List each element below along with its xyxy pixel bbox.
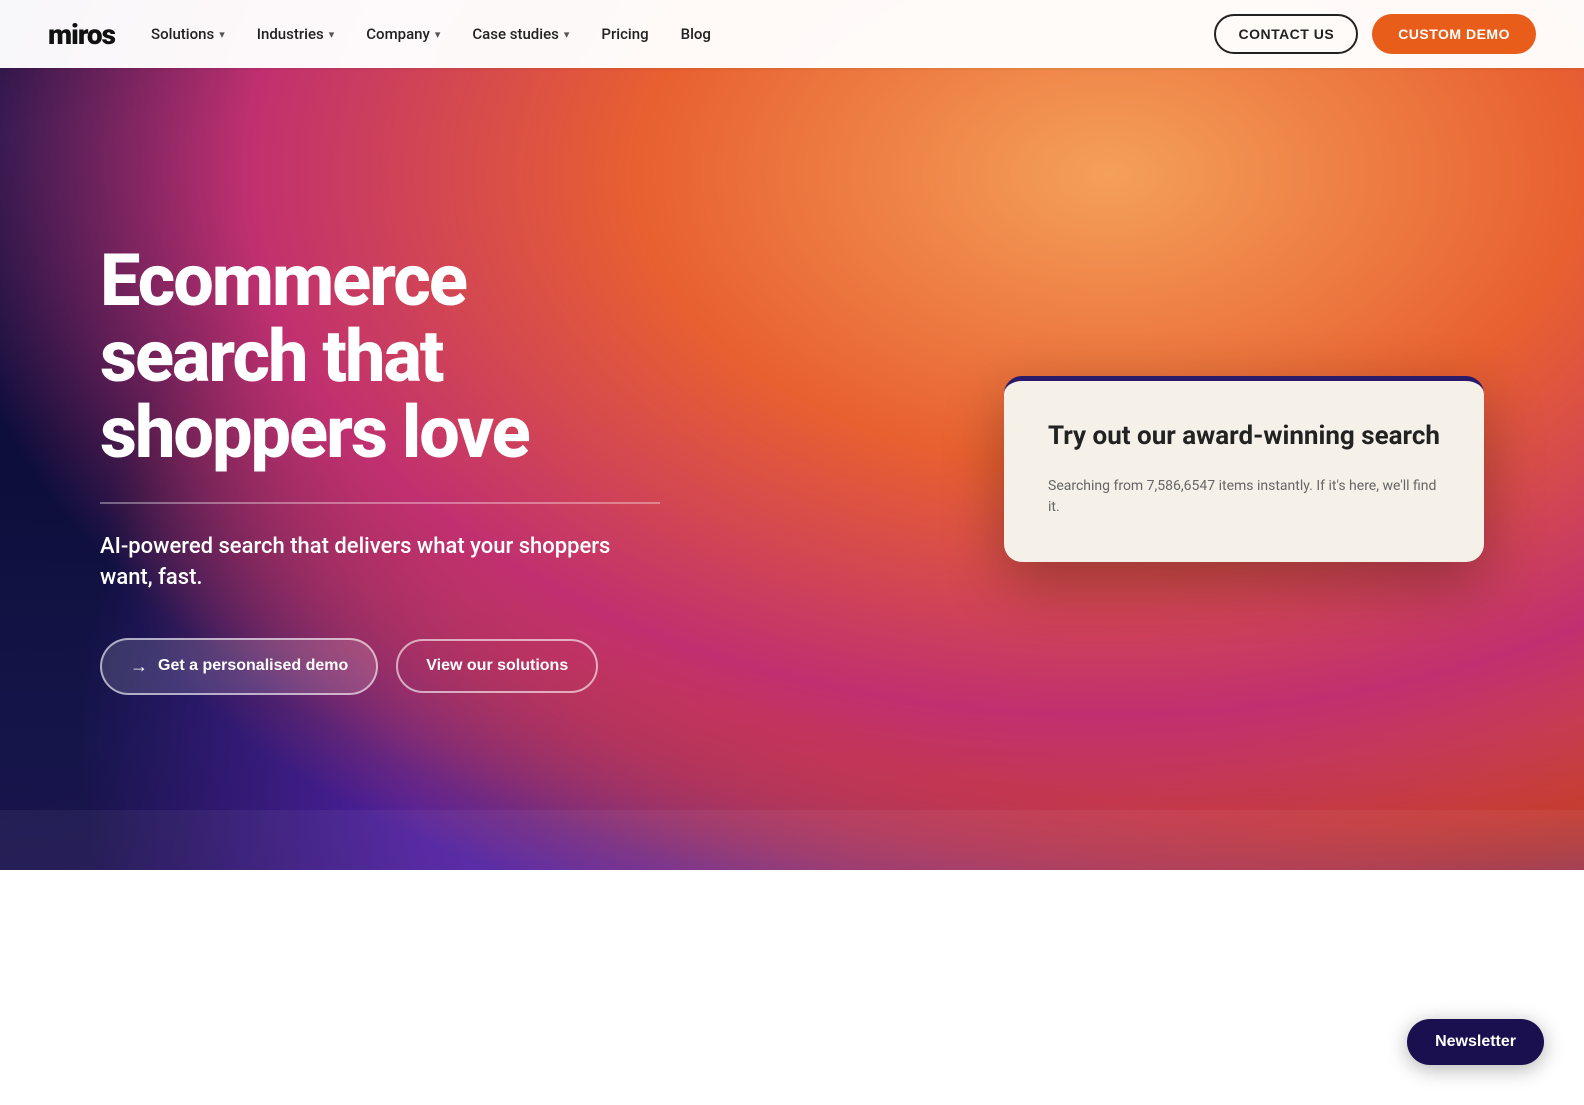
hero-bottom-bar — [0, 810, 1584, 870]
custom-demo-button[interactable]: CUSTOM DEMO — [1372, 14, 1536, 54]
search-card-title: Try out our award-winning search — [1048, 421, 1440, 452]
search-card: Try out our award-winning search Searchi… — [1004, 376, 1484, 562]
hero-subtext: AI-powered search that delivers what you… — [100, 532, 660, 594]
nav-links: Solutions ▾ Industries ▾ Company ▾ Case … — [151, 25, 711, 43]
logo[interactable]: miros — [48, 18, 115, 51]
view-solutions-button[interactable]: View our solutions — [396, 639, 598, 693]
nav-solutions[interactable]: Solutions ▾ — [151, 25, 225, 43]
nav-right: CONTACT US CUSTOM DEMO — [1214, 14, 1536, 54]
nav-company[interactable]: Company ▾ — [366, 25, 440, 43]
newsletter-button[interactable]: Newsletter — [1407, 1019, 1544, 1065]
hero-divider — [100, 502, 660, 504]
nav-blog[interactable]: Blog — [681, 25, 711, 43]
hero-text-block: Ecommerce search that shoppers love AI-p… — [100, 243, 660, 694]
chevron-down-icon: ▾ — [564, 28, 570, 41]
nav-industries[interactable]: Industries ▾ — [257, 25, 335, 43]
arrow-icon: → — [130, 656, 148, 677]
hero-heading: Ecommerce search that shoppers love — [100, 243, 660, 470]
chevron-down-icon: ▾ — [219, 28, 225, 41]
chevron-down-icon: ▾ — [435, 28, 441, 41]
hero-section: Ecommerce search that shoppers love AI-p… — [0, 0, 1584, 870]
chevron-down-icon: ▾ — [329, 28, 335, 41]
search-card-subtitle: Searching from 7,586,6547 items instantl… — [1048, 476, 1440, 518]
hero-buttons: → Get a personalised demo View our solut… — [100, 638, 660, 695]
nav-case-studies[interactable]: Case studies ▾ — [472, 25, 569, 43]
contact-us-button[interactable]: CONTACT US — [1214, 14, 1358, 54]
navbar: miros Solutions ▾ Industries ▾ Company ▾… — [0, 0, 1584, 68]
nav-pricing[interactable]: Pricing — [601, 25, 648, 43]
nav-left: miros Solutions ▾ Industries ▾ Company ▾… — [48, 18, 711, 51]
get-demo-button[interactable]: → Get a personalised demo — [100, 638, 378, 695]
hero-content: Ecommerce search that shoppers love AI-p… — [0, 243, 1584, 694]
